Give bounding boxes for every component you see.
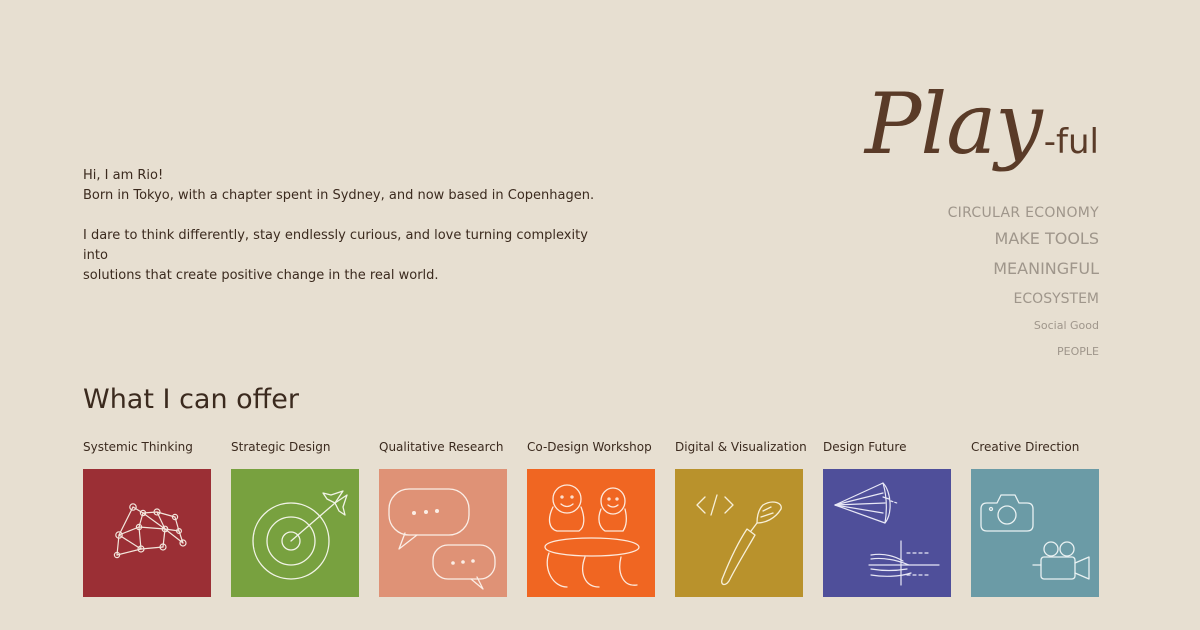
intro-philosophy-line-1: I dare to think differently, stay endles…: [83, 228, 588, 263]
section-title: What I can offer: [83, 384, 299, 415]
offer-card-label: Strategic Design: [231, 440, 331, 454]
code-brush-icon: [675, 469, 803, 597]
speech-bubbles-icon: [379, 469, 507, 597]
network-icon: [83, 469, 211, 597]
offer-cards: Systemic Thinking Strategic Design Quali…: [83, 438, 1099, 597]
keyword-people: PEOPLE: [1057, 345, 1099, 358]
offer-card-tile[interactable]: [971, 469, 1099, 597]
offer-card-tile[interactable]: [231, 469, 359, 597]
keyword-social-good: Social Good: [1033, 319, 1099, 332]
offer-card-label: Digital & Visualization: [675, 440, 807, 454]
offer-card-creative-direction[interactable]: Creative Direction: [971, 438, 1099, 597]
people-table-icon: [527, 469, 655, 597]
keyword-list: CIRCULAR ECONOMY MAKE TOOLS MEANINGFUL E…: [948, 202, 1099, 366]
keyword-circular-economy: CIRCULAR ECONOMY: [947, 205, 1099, 221]
offer-card-label: Creative Direction: [971, 440, 1080, 454]
futures-cone-icon: [823, 469, 951, 597]
offer-card-systemic-thinking[interactable]: Systemic Thinking: [83, 438, 211, 597]
intro-text: Hi, I am Rio! Born in Tokyo, with a chap…: [83, 166, 603, 286]
offer-card-co-design-workshop[interactable]: Co-Design Workshop: [527, 438, 655, 597]
offer-card-tile[interactable]: [527, 469, 655, 597]
keyword-make-tools: MAKE TOOLS: [994, 229, 1099, 248]
offer-card-tile[interactable]: [83, 469, 211, 597]
brand-logo: Play-ful: [865, 74, 1099, 192]
intro-greeting: Hi, I am Rio!: [83, 168, 164, 183]
offer-card-label: Qualitative Research: [379, 440, 504, 454]
offer-card-tile[interactable]: [675, 469, 803, 597]
camera-icon: [971, 469, 1099, 597]
offer-card-tile[interactable]: [823, 469, 951, 597]
offer-card-qualitative-research[interactable]: Qualitative Research: [379, 438, 507, 597]
offer-card-label: Design Future: [823, 440, 907, 454]
offer-card-digital-visualization[interactable]: Digital & Visualization: [675, 438, 807, 597]
target-icon: [231, 469, 359, 597]
keyword-meaningful: MEANINGFUL: [993, 259, 1099, 278]
offer-card-tile[interactable]: [379, 469, 507, 597]
offer-card-label: Systemic Thinking: [83, 440, 193, 454]
brand-suffix: -ful: [1043, 122, 1099, 162]
intro-origin: Born in Tokyo, with a chapter spent in S…: [83, 188, 595, 203]
offer-card-design-future[interactable]: Design Future: [823, 438, 951, 597]
keyword-ecosystem: ECOSYSTEM: [1013, 291, 1099, 307]
brand-play: Play: [864, 75, 1043, 173]
intro-philosophy-line-2: solutions that create positive change in…: [83, 268, 439, 283]
offer-card-label: Co-Design Workshop: [527, 440, 652, 454]
offer-card-strategic-design[interactable]: Strategic Design: [231, 438, 359, 597]
